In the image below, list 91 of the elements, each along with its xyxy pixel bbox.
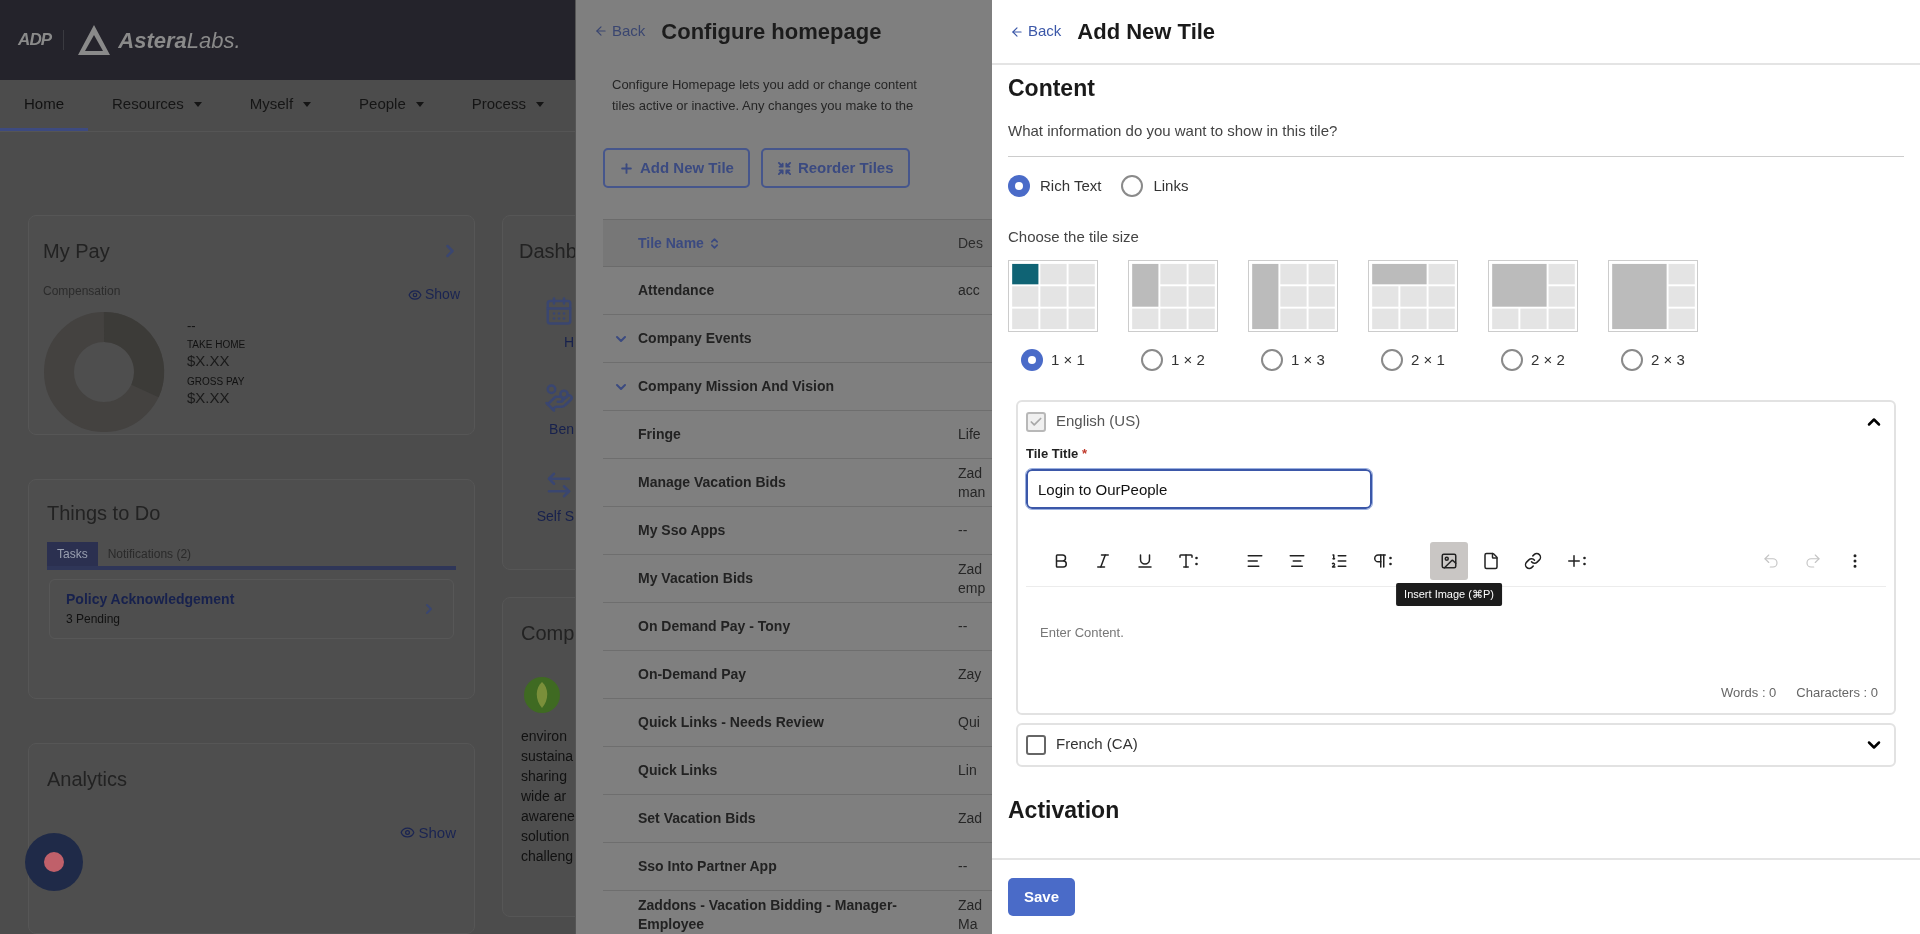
- tile-name: On-Demand Pay: [638, 665, 748, 684]
- tile-name: Sso Into Partner App: [638, 857, 778, 876]
- task-status: 3 Pending: [66, 611, 122, 629]
- tile-description: Zay: [958, 665, 982, 684]
- tile-name: On Demand Pay - Tony: [638, 617, 792, 636]
- tile-description: Qui: [958, 713, 980, 732]
- section-heading: Activation: [1008, 795, 1121, 825]
- tile-description: --: [958, 521, 968, 540]
- radio-button[interactable]: [1021, 349, 1044, 372]
- plus-icon: [619, 160, 634, 176]
- todo-tab[interactable]: Tasks: [47, 541, 98, 566]
- triangle-logo-icon: [76, 23, 113, 57]
- tile-size-icon[interactable]: [1128, 260, 1218, 332]
- panel-description: Configure Homepage lets you add or change content tiles active or inactive. Any changes you make to the: [611, 76, 917, 115]
- radio-button[interactable]: [1621, 349, 1644, 372]
- tile-name: Company Events: [638, 329, 753, 348]
- column-header: Des: [958, 233, 983, 253]
- pay-summary: --: [187, 319, 197, 333]
- tile-name: My Sso Apps: [638, 521, 727, 540]
- panel-title: Configure homepage: [661, 17, 882, 46]
- radio-button[interactable]: [1501, 349, 1524, 372]
- nav-tab[interactable]: Home: [0, 80, 88, 131]
- caret-icon: [415, 101, 424, 107]
- tile-description: Zad man: [958, 463, 986, 502]
- company-text: environ sustaina sharing wide ar awarene solution challeng: [521, 727, 575, 866]
- leaf-icon: [523, 676, 561, 714]
- back-arrow-icon: [1010, 24, 1024, 39]
- save-button[interactable]: Save: [1008, 878, 1076, 916]
- tile-size-icon[interactable]: [1368, 260, 1458, 332]
- language-label: French (CA): [1056, 734, 1138, 755]
- radio-label: 1 × 1: [1051, 350, 1085, 370]
- tile-name: Manage Vacation Bids: [638, 473, 787, 492]
- tile-name: Quick Links: [638, 761, 719, 780]
- tile-description: Zad emp: [958, 559, 986, 598]
- tile-name: Set Vacation Bids: [638, 809, 757, 828]
- word-count: Words : 0: [1720, 684, 1777, 702]
- radio-button[interactable]: [1261, 349, 1284, 372]
- radio-button[interactable]: [1008, 175, 1030, 198]
- pay-label: GROSS PAY: [187, 375, 246, 389]
- radio-label: 2 × 1: [1411, 350, 1445, 370]
- tile-name: Zaddons - Vacation Bidding - Manager-Employee: [638, 895, 898, 934]
- radio-label: 1 × 3: [1291, 350, 1325, 370]
- field-label: Tile Title *: [1026, 444, 1088, 463]
- tile-name: Company Mission And Vision: [638, 377, 836, 396]
- caret-icon: [303, 101, 312, 107]
- tile-description: Life: [958, 425, 981, 444]
- tile-description: Lin: [958, 761, 977, 780]
- back-link[interactable]: Back: [1010, 20, 1062, 43]
- tile-description: Zad Ma: [958, 895, 983, 934]
- radio-button[interactable]: [1121, 175, 1144, 198]
- tile-size-icon[interactable]: [1608, 260, 1698, 332]
- panel-button[interactable]: Add New Tile: [603, 148, 750, 188]
- radio-button[interactable]: [1381, 349, 1404, 372]
- tile-size-icon[interactable]: [1248, 260, 1338, 332]
- eye-icon: [400, 825, 416, 841]
- tooltip: Insert Image (⌘P): [1396, 583, 1502, 606]
- caret-icon: [193, 101, 202, 107]
- radio-label: 1 × 2: [1171, 350, 1205, 370]
- checkbox[interactable]: [1026, 734, 1046, 755]
- tile-size-icon[interactable]: [1488, 260, 1578, 332]
- tile-description: --: [958, 617, 968, 636]
- panel-title: Add New Tile: [1077, 18, 1216, 46]
- tile-description: acc: [958, 281, 980, 300]
- caret-icon: [535, 101, 544, 107]
- brand-name: AsteraLabs.: [118, 26, 241, 55]
- back-arrow-icon: [594, 24, 608, 38]
- tile-description: Zad: [958, 809, 983, 828]
- radio-label: 2 × 2: [1531, 350, 1565, 370]
- tile-name: Attendance: [638, 281, 716, 300]
- eye-icon: [407, 287, 422, 302]
- logo-mark: ADP: [18, 29, 52, 52]
- tile-name: Quick Links - Needs Review: [638, 713, 825, 732]
- nav-tab[interactable]: Resources: [88, 80, 226, 131]
- radio-label: Rich Text: [1040, 176, 1102, 196]
- tile-name: Fringe: [638, 425, 682, 444]
- radio-label: 2 × 3: [1651, 350, 1685, 370]
- back-link[interactable]: Back: [594, 19, 646, 43]
- section-heading: Content: [1008, 74, 1096, 103]
- radio-button[interactable]: [1141, 349, 1164, 372]
- question-text: What information do you want to show in this tile?: [1008, 119, 1904, 157]
- panel-button[interactable]: Reorder Tiles: [760, 148, 910, 188]
- character-count: Characters : 0: [1796, 684, 1878, 702]
- shrink-arrows-icon: [776, 160, 792, 176]
- nav-tab[interactable]: Myself: [225, 80, 336, 131]
- size-prompt: Choose the tile size: [1008, 226, 1140, 247]
- tile-name: My Vacation Bids: [638, 569, 755, 588]
- language-label: English (US): [1056, 411, 1141, 432]
- tile-size-icon[interactable]: [1008, 260, 1098, 332]
- tile-description: --: [958, 857, 968, 876]
- pay-label: TAKE HOME: [187, 338, 246, 352]
- radio-label: Links: [1153, 176, 1189, 196]
